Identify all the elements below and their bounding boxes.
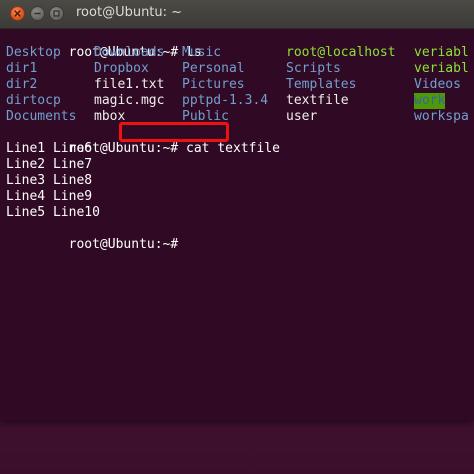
output-line: Line2 Line7 (6, 157, 93, 172)
ls-entry: Videos (414, 77, 461, 92)
ls-entry: file1.txt (94, 77, 165, 92)
maximize-icon (53, 10, 60, 17)
ls-entry: work (414, 93, 446, 109)
minimize-button[interactable] (30, 6, 45, 21)
ls-entry: dir2 (6, 77, 38, 92)
ls-row: Desktop Downloads Music root@localhost v… (6, 45, 468, 61)
terminal-content[interactable]: root@Ubuntu:~# ls Desktop Downloads Musi… (6, 29, 468, 414)
ls-entry: Documents (6, 109, 77, 124)
ls-entry: Templates (286, 77, 357, 92)
ls-row: Documents mbox Public user workspac (6, 109, 468, 125)
ls-entry: textfile (286, 93, 349, 108)
maximize-button[interactable] (49, 6, 64, 21)
terminal-line: root@Ubuntu:~# (6, 221, 468, 252)
output-line: Line3 Line8 (6, 173, 93, 188)
ls-entry: pptpd-1.3.4 (182, 93, 269, 108)
ls-row: dirtocp magic.mgc pptpd-1.3.4 textfile w… (6, 93, 468, 109)
window-title: root@Ubuntu: ~ (76, 5, 183, 20)
close-button[interactable] (10, 6, 25, 21)
ls-entry: veriable (414, 61, 468, 76)
ls-entry: magic.mgc (94, 93, 165, 108)
minimize-icon (34, 12, 41, 15)
ls-entry: Downloads (94, 45, 165, 60)
output-line: Line1 Line6 (6, 141, 93, 156)
ls-entry: dir1 (6, 61, 38, 76)
ls-row: dir1 Dropbox Personal Scripts veriable (6, 61, 468, 77)
ls-entry: user (286, 109, 318, 124)
title-bar[interactable]: root@Ubuntu: ~ (0, 0, 474, 29)
ls-entry: dirtocp (6, 93, 61, 108)
ls-entry: root@localhost (286, 45, 396, 60)
prompt: root@Ubuntu:~# (68, 237, 187, 252)
ls-entry: veriable (414, 45, 468, 60)
terminal-line: root@Ubuntu:~# ls (6, 29, 468, 60)
ls-entry: Pictures (182, 77, 245, 92)
ls-entry: Dropbox (94, 61, 149, 76)
ls-entry: Desktop (6, 45, 61, 60)
terminal-line: root@Ubuntu:~# cat textfile (6, 122, 468, 156)
output-line: Line4 Line9 (6, 189, 93, 204)
ls-entry: workspac (414, 109, 468, 124)
ls-entry: Personal (182, 61, 245, 76)
ls-entry: Scripts (286, 61, 341, 76)
desktop-background: root@Ubuntu: ~ root@Ubuntu:~# ls Desktop… (0, 0, 474, 474)
ls-row: dir2 file1.txt Pictures Templates Videos (6, 77, 468, 93)
terminal-window[interactable]: root@Ubuntu: ~ root@Ubuntu:~# ls Desktop… (0, 0, 474, 420)
ls-entry: Music (182, 45, 222, 60)
close-icon (14, 10, 21, 17)
command-highlight-box (119, 122, 229, 142)
output-line: Line5 Line10 (6, 205, 100, 220)
